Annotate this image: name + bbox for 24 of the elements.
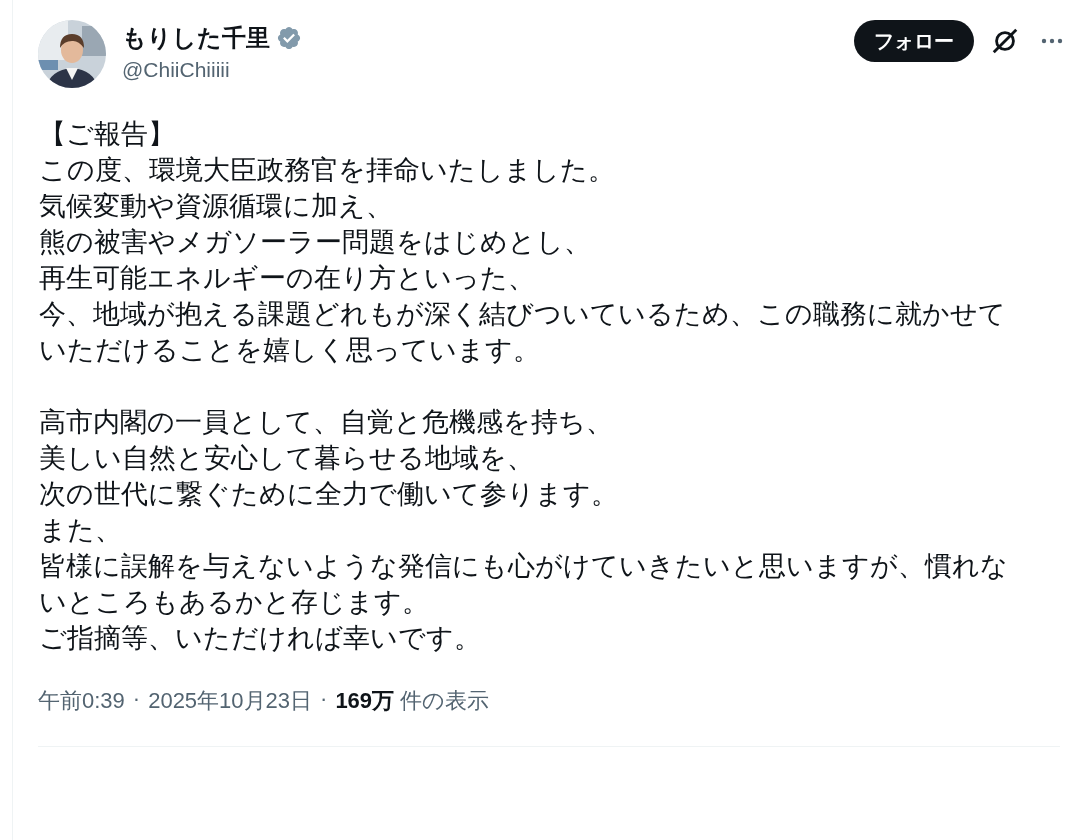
follow-button[interactable]: フォロー xyxy=(854,20,974,62)
post-date[interactable]: 2025年10月23日 xyxy=(148,686,313,716)
view-count: 169万 件の表示 xyxy=(335,687,490,715)
post-text-line: 気候変動や資源循環に加え、 xyxy=(39,189,394,223)
slashed-circle-icon[interactable] xyxy=(990,26,1020,56)
post-text-line: 再生可能エネルギーの在り方といった、 xyxy=(39,261,536,295)
post-text-line: また、 xyxy=(39,513,123,547)
author-handle[interactable]: @ChiiChiiiii xyxy=(122,54,302,86)
post-text-line: 皆様に誤解を与えないような発信にも心がけていきたいと思いますが、慣れな xyxy=(39,549,1009,583)
post-text-line: ご指摘等、いただければ幸いです。 xyxy=(39,621,482,655)
post-text-line: この度、環境大臣政務官を拝命いたしました。 xyxy=(39,153,616,187)
post-text-line: 今、地域が抱える課題どれもが深く結びついているため、この職務に就かせて xyxy=(39,297,1007,331)
post-time[interactable]: 午前0:39 xyxy=(38,686,125,716)
post-text-line: 高市内閣の一員として、自覚と危機感を持ち、 xyxy=(39,405,614,439)
post-text-line: いただけることを嬉しく思っています。 xyxy=(39,333,541,367)
separator-dot: · xyxy=(320,686,328,713)
post-text-line: 熊の被害やメガソーラー問題をはじめとし、 xyxy=(39,225,592,259)
author-name[interactable]: もりした千里 xyxy=(122,22,270,54)
post-text-line: 美しい自然と安心して暮らせる地域を、 xyxy=(39,441,535,475)
post-text-line: 次の世代に繋ぐために全力で働いて参ります。 xyxy=(39,477,619,511)
post-text-line: いところもあるかと存じます。 xyxy=(39,585,430,619)
more-icon[interactable] xyxy=(1040,37,1064,45)
separator-dot: · xyxy=(132,686,141,713)
post-text-line: 【ご報告】 xyxy=(39,117,176,151)
